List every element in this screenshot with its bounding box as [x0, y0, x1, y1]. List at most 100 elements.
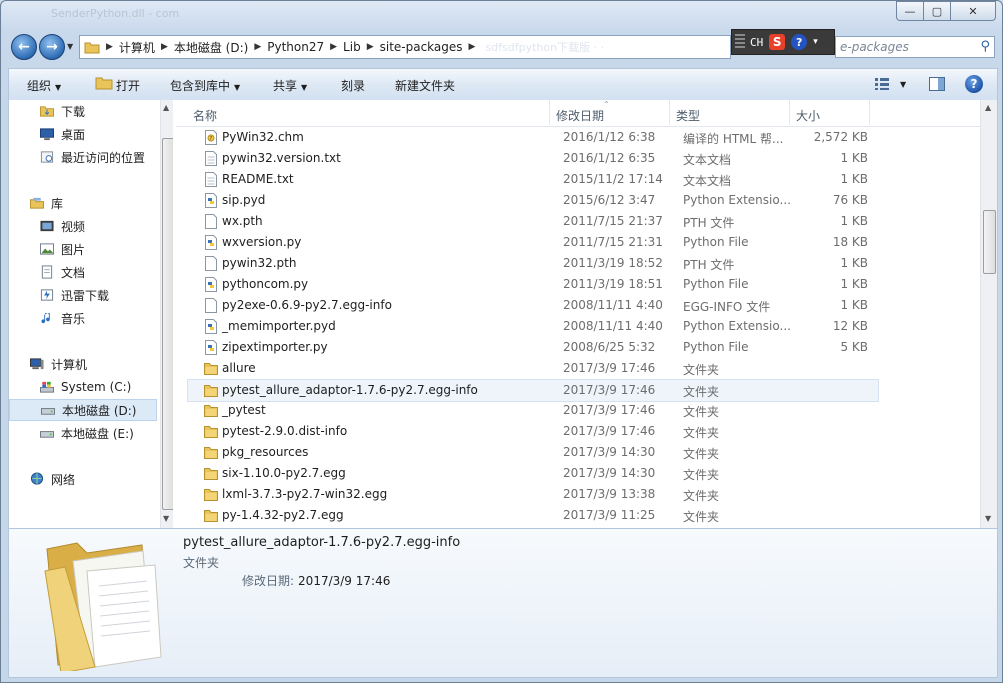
file-row[interactable]: pytest_allure_adaptor-1.7.6-py2.7.egg-in…	[187, 379, 879, 402]
file-name: pkg_resources	[222, 445, 309, 459]
breadcrumb-python27[interactable]: Python27	[261, 40, 330, 54]
scroll-up-icon[interactable]: ▲	[985, 103, 991, 112]
file-row[interactable]: lxml-3.7.3-py2.7-win32.egg 2017/3/9 13:38…	[188, 484, 878, 505]
breadcrumb-separator[interactable]: ▶	[469, 42, 476, 52]
file-date: 2016/1/12 6:35	[563, 151, 656, 165]
file-date: 2017/3/9 11:25	[563, 508, 656, 522]
forward-button[interactable]: →	[39, 34, 65, 60]
sidebar-item[interactable]: 视频	[9, 215, 159, 237]
sidebar-item[interactable]: 库	[9, 192, 159, 214]
navigation-scrollbar[interactable]: ▲ ▼	[160, 100, 173, 528]
column-size[interactable]: 大小	[796, 107, 820, 124]
ime-language-label[interactable]: CH	[750, 36, 763, 49]
scroll-down-icon[interactable]: ▼	[985, 514, 991, 523]
breadcrumb-lib[interactable]: Lib	[337, 40, 367, 54]
file-row[interactable]: py-1.4.32-py2.7.egg 2017/3/9 11:25 文件夹	[188, 505, 878, 526]
column-divider[interactable]	[549, 100, 550, 125]
title-bar[interactable]: SenderPython.dll - com — ▢ ✕	[1, 1, 1002, 31]
sidebar-item[interactable]: 文档	[9, 261, 159, 283]
folder-icon	[84, 42, 100, 54]
sogou-logo-icon[interactable]: S	[769, 34, 786, 50]
file-row[interactable]: sip.pyd 2015/6/12 3:47 Python Extensio... 7…	[188, 190, 878, 211]
file-row[interactable]: ? PyWin32.chm 2016/1/12 6:38 编译的 HTML 帮... 2…	[188, 127, 878, 148]
scroll-down-icon[interactable]: ▼	[163, 514, 169, 523]
file-row[interactable]: py2exe-0.6.9-py2.7.egg-info 2008/11/11 4:…	[188, 295, 878, 316]
breadcrumb-separator[interactable]: ▶	[330, 42, 337, 52]
file-type: Python Extensio...	[683, 319, 791, 333]
file-row[interactable]: pytest-2.9.0.dist-info 2017/3/9 17:46 文件夹	[188, 421, 878, 442]
column-type[interactable]: 类型	[676, 107, 700, 124]
file-row[interactable]: zipextimporter.py 2008/6/25 5:32 Python Fi…	[188, 337, 878, 358]
file-date: 2011/3/19 18:51	[563, 277, 663, 291]
file-list-scrollbar[interactable]: ▲ ▼	[980, 100, 997, 528]
search-input[interactable]: e-packages ⚲	[835, 36, 995, 58]
column-divider[interactable]	[869, 100, 870, 125]
selected-item-name: pytest_allure_adaptor-1.7.6-py2.7.egg-in…	[183, 535, 461, 550]
window-title: SenderPython.dll - com	[51, 7, 180, 20]
column-divider[interactable]	[789, 100, 790, 125]
file-row[interactable]: pywin32.pth 2011/3/19 18:52 PTH 文件 1 KB	[188, 253, 878, 274]
file-name: six-1.10.0-py2.7.egg	[222, 466, 346, 480]
column-name[interactable]: 名称	[193, 107, 217, 124]
sidebar-item[interactable]: 网络	[9, 468, 159, 490]
file-row[interactable]: README.txt 2015/11/2 17:14 文本文档 1 KB	[188, 169, 878, 190]
back-button[interactable]: ←	[11, 34, 37, 60]
file-name: README.txt	[222, 172, 294, 186]
breadcrumb-computer[interactable]: 计算机	[113, 39, 161, 56]
help-icon[interactable]: ?	[791, 34, 808, 50]
file-row[interactable]: wx.pth 2011/7/15 21:37 PTH 文件 1 KB	[188, 211, 878, 232]
sidebar-item[interactable]: 下载	[9, 100, 159, 122]
chevron-down-icon[interactable]: ▾	[813, 37, 818, 47]
sidebar-item[interactable]: 音乐	[9, 307, 159, 329]
sidebar-item[interactable]: 迅雷下载	[9, 284, 159, 306]
minimize-button[interactable]: —	[896, 1, 924, 21]
share-menu[interactable]: 共享 ▼	[273, 77, 307, 94]
scroll-up-icon[interactable]: ▲	[163, 103, 169, 112]
organize-menu[interactable]: 组织 ▼	[27, 77, 61, 94]
sidebar-item[interactable]: 最近访问的位置	[9, 146, 159, 168]
sidebar-item[interactable]: 本地磁盘 (D:)	[9, 399, 157, 421]
sidebar-item[interactable]: 本地磁盘 (E:)	[9, 422, 159, 444]
breadcrumb-separator[interactable]: ▶	[254, 42, 261, 52]
folder-icon	[204, 510, 218, 522]
file-row[interactable]: _memimporter.pyd 2008/11/11 4:40 Python Ex…	[188, 316, 878, 337]
address-bar[interactable]: ▶ 计算机 ▶ 本地磁盘 (D:) ▶ Python27 ▶ Lib ▶ sit…	[79, 35, 731, 59]
breadcrumb-separator[interactable]: ▶	[161, 42, 168, 52]
burn-button[interactable]: 刻录	[341, 77, 365, 94]
close-button[interactable]: ✕	[950, 1, 996, 21]
breadcrumb-drive-d[interactable]: 本地磁盘 (D:)	[168, 39, 254, 56]
file-row[interactable]: pkg_resources 2017/3/9 14:30 文件夹	[188, 442, 878, 463]
breadcrumb-separator[interactable]: ▶	[106, 42, 113, 52]
chevron-down-icon[interactable]: ▼	[900, 80, 906, 89]
recent-pages-dropdown[interactable]: ▼	[67, 42, 73, 51]
view-options-icon[interactable]	[875, 78, 889, 90]
scrollbar-thumb[interactable]	[162, 138, 173, 510]
open-button[interactable]: 打开	[116, 77, 140, 94]
preview-pane-icon[interactable]	[929, 77, 945, 91]
sidebar-item[interactable]: 计算机	[9, 353, 159, 375]
help-button[interactable]: ?	[965, 75, 983, 93]
new-folder-button[interactable]: 新建文件夹	[395, 77, 455, 94]
sidebar-item[interactable]: 桌面	[9, 123, 159, 145]
file-row[interactable]: pywin32.version.txt 2016/1/12 6:35 文本文档 1 K…	[188, 148, 878, 169]
column-divider[interactable]	[669, 100, 670, 125]
grip-handle-icon[interactable]	[735, 34, 745, 50]
sidebar-item[interactable]: 图片	[9, 238, 159, 260]
breadcrumb-site-packages[interactable]: site-packages	[374, 40, 469, 54]
column-date[interactable]: 修改日期	[556, 107, 604, 124]
breadcrumb-separator[interactable]: ▶	[367, 42, 374, 52]
search-icon[interactable]: ⚲	[980, 39, 990, 54]
scrollbar-thumb[interactable]	[983, 210, 996, 274]
blank-file-icon	[205, 214, 217, 229]
file-row[interactable]: wxversion.py 2011/7/15 21:31 Python File 18…	[188, 232, 878, 253]
sidebar-item[interactable]: System (C:)	[9, 376, 159, 398]
include-in-library-menu[interactable]: 包含到库中 ▼	[170, 77, 240, 94]
file-row[interactable]: pythoncom.py 2011/3/19 18:51 Python File 1 …	[188, 274, 878, 295]
file-row[interactable]: six-1.10.0-py2.7.egg 2017/3/9 14:30 文件夹	[188, 463, 878, 484]
maximize-button[interactable]: ▢	[923, 1, 951, 21]
file-row[interactable]: _pytest 2017/3/9 17:46 文件夹	[188, 400, 878, 421]
file-row[interactable]: allure 2017/3/9 17:46 文件夹	[188, 358, 878, 379]
file-type: PTH 文件	[683, 216, 735, 230]
ime-toolbar[interactable]: CH S ? ▾	[731, 29, 835, 55]
file-type: PTH 文件	[683, 258, 735, 272]
